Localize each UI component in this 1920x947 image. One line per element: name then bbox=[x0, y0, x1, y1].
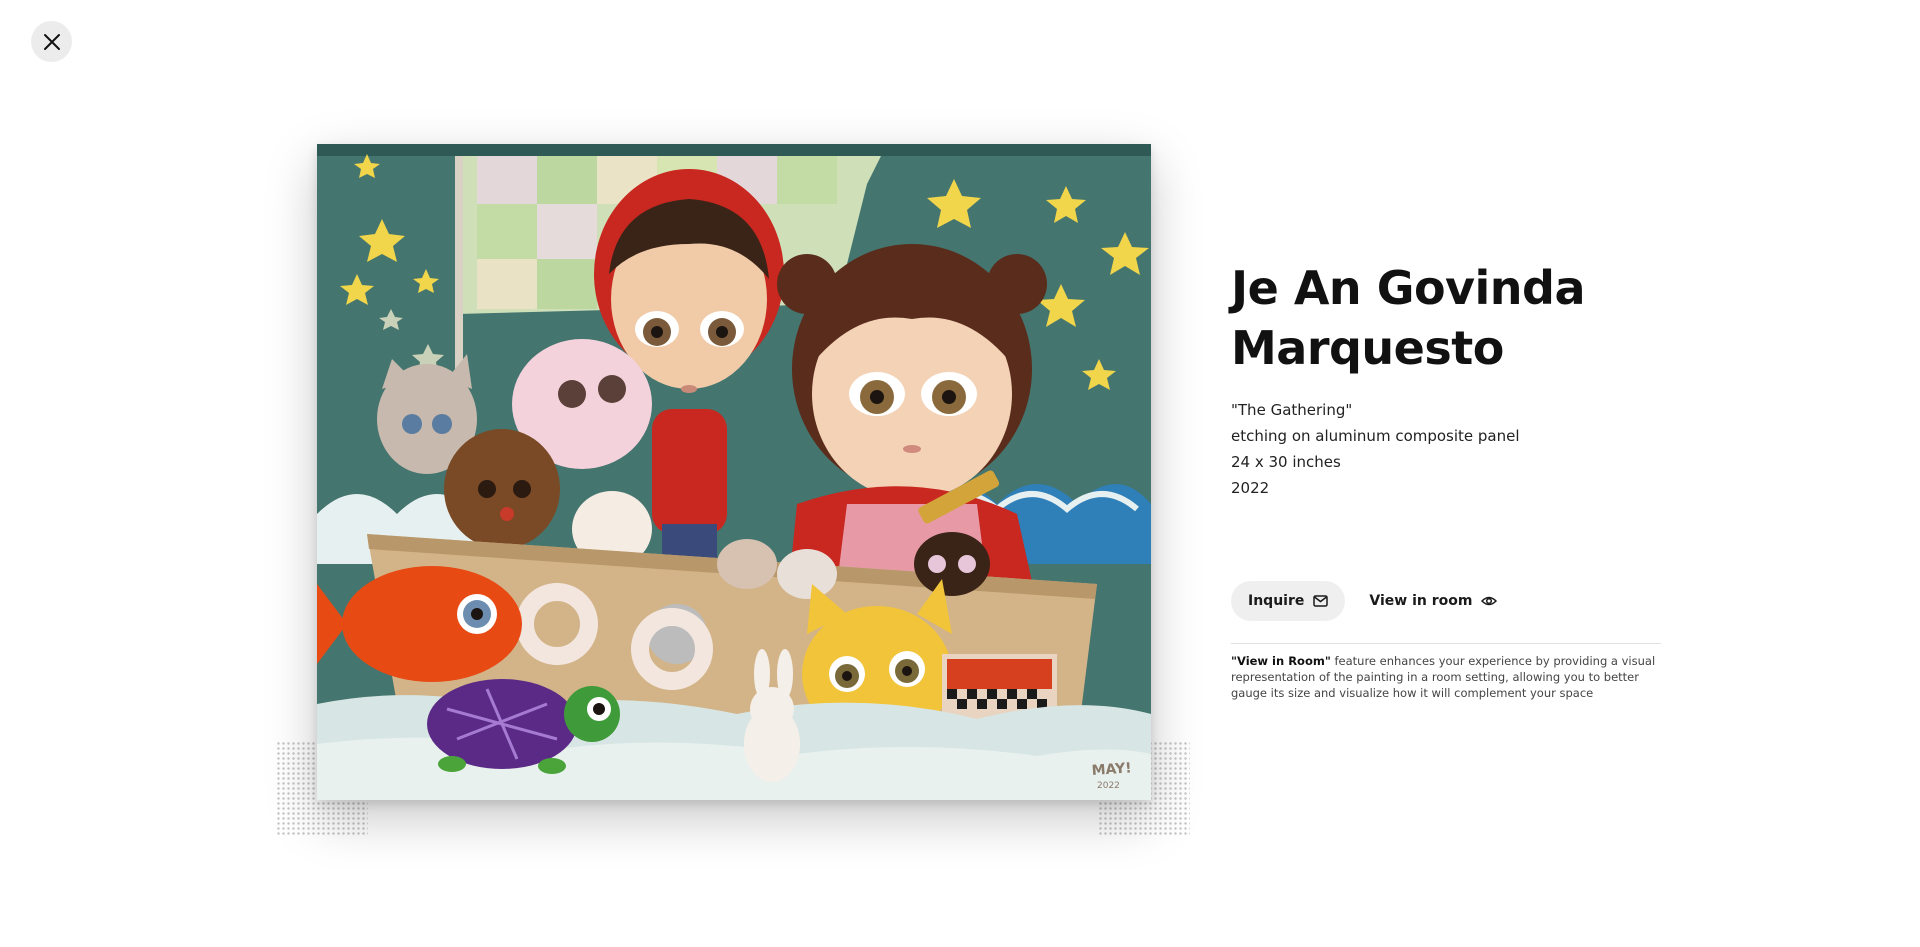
inquire-button[interactable]: Inquire bbox=[1231, 581, 1346, 621]
divider bbox=[1231, 643, 1661, 644]
artist-name: Je An Govinda Marquesto bbox=[1231, 261, 1586, 375]
artwork-details: "The Gathering" etching on aluminum comp… bbox=[1231, 397, 1661, 501]
svg-text:2022: 2022 bbox=[1097, 781, 1120, 791]
artwork-medium: etching on aluminum composite panel bbox=[1231, 427, 1520, 445]
view-in-room-label: View in room bbox=[1369, 593, 1473, 609]
artwork-dimensions: 24 x 30 inches bbox=[1231, 453, 1341, 471]
artwork-image: MAY! 2022 bbox=[317, 144, 1151, 800]
view-in-room-button[interactable]: View in room bbox=[1353, 581, 1513, 621]
artwork-title: "The Gathering" bbox=[1231, 401, 1353, 419]
close-icon bbox=[43, 33, 60, 50]
close-button[interactable] bbox=[31, 21, 72, 62]
action-bar: Inquire View in room bbox=[1231, 581, 1661, 621]
svg-text:MAY!: MAY! bbox=[1091, 760, 1132, 779]
artwork-info-panel: Je An Govinda Marquesto "The Gathering" … bbox=[1231, 258, 1661, 701]
eye-icon bbox=[1481, 596, 1498, 606]
inquire-button-label: Inquire bbox=[1248, 593, 1305, 609]
artwork-year: 2022 bbox=[1231, 479, 1270, 497]
mail-icon bbox=[1313, 595, 1329, 607]
view-in-room-note-title: "View in Room" bbox=[1231, 654, 1331, 668]
view-in-room-description: "View in Room" feature enhances your exp… bbox=[1231, 653, 1661, 701]
